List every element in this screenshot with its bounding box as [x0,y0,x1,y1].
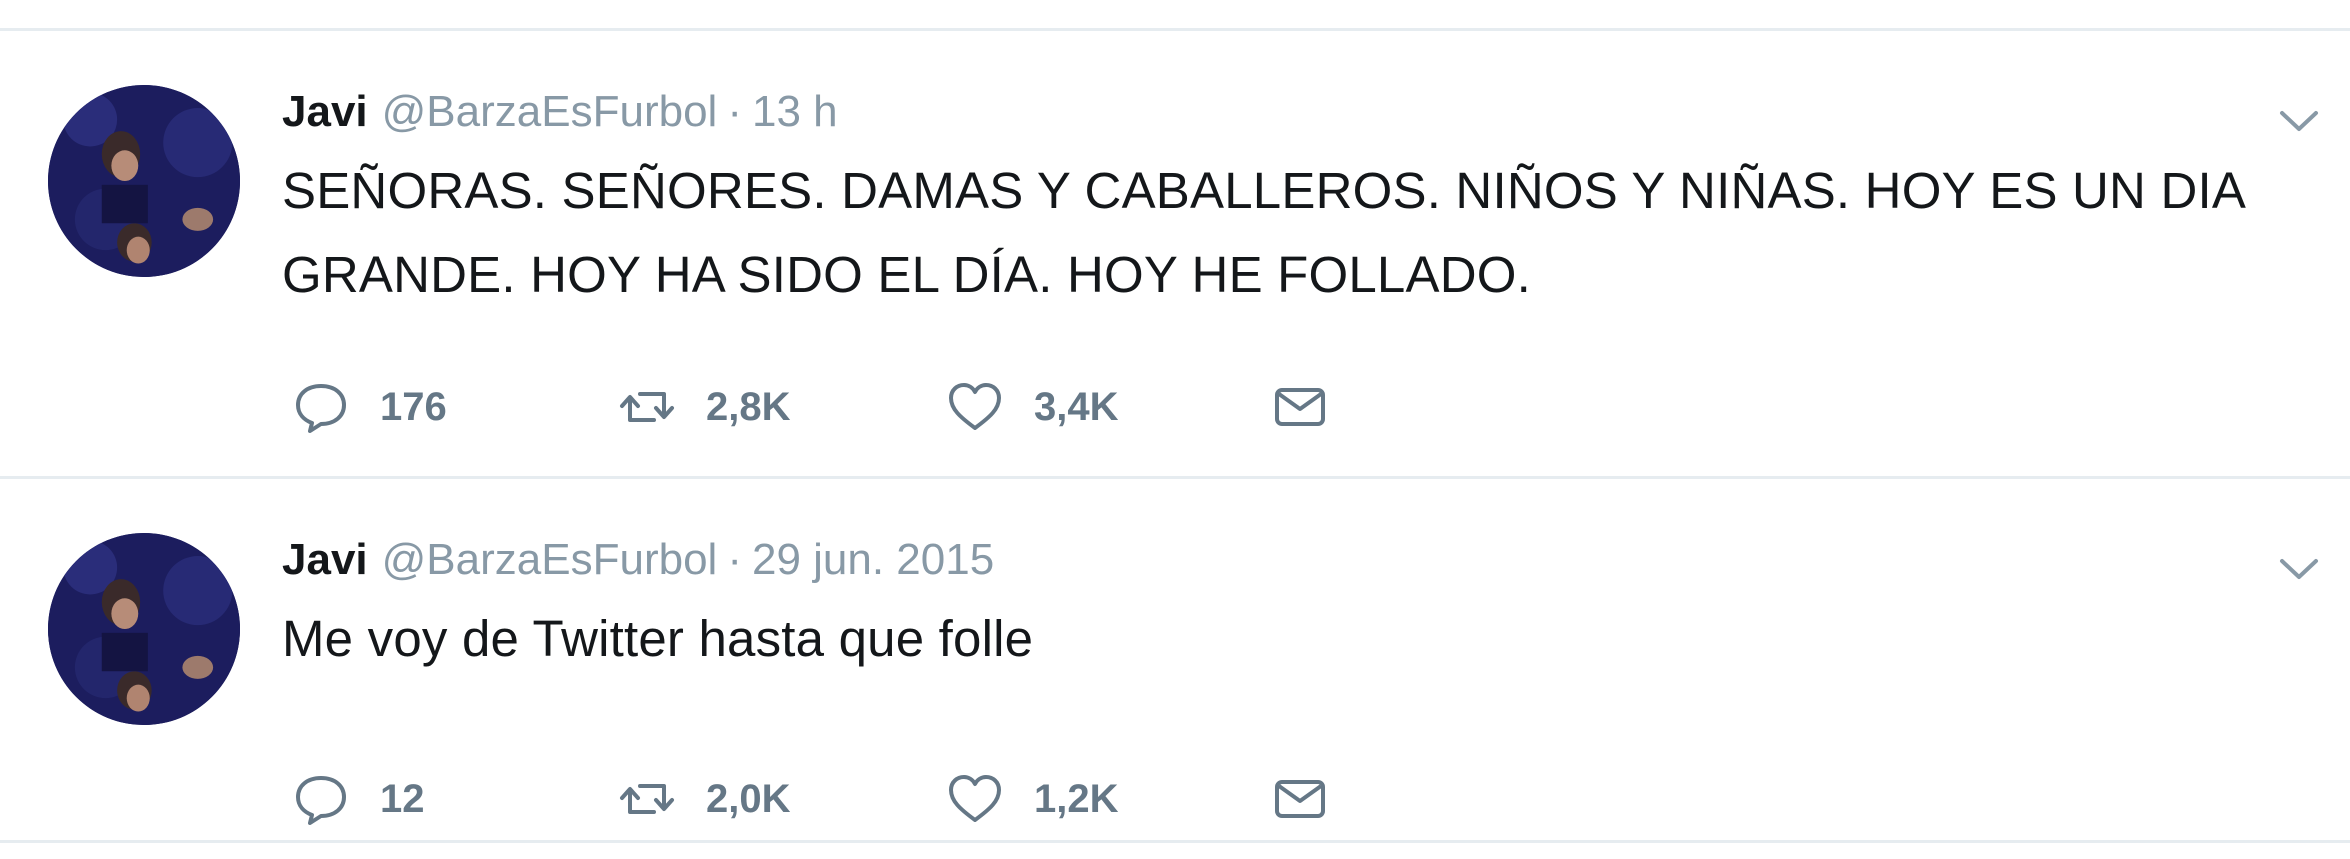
author-name[interactable]: Javi [282,87,368,137]
reply-button[interactable]: 176 [290,376,616,438]
heart-icon [949,383,1001,430]
reply-icon [296,384,346,433]
author-name[interactable]: Javi [282,535,368,585]
header-separator: · [727,87,742,136]
retweet-button[interactable]: 2,8K [616,376,944,438]
tweet-feed: Javi @BarzaEsFurbol · 13 h SEÑORAS. SEÑO… [0,28,2350,843]
retweet-icon [620,392,674,422]
header-separator: · [727,535,742,584]
tweet-text: SEÑORAS. SEÑORES. DAMAS Y CABALLEROS. NI… [282,162,2244,303]
tweet-actions: 12 2,0K 1,2K [290,764,1349,834]
envelope-icon [1275,780,1325,818]
chevron-down-icon[interactable] [2276,105,2322,135]
direct-message-button[interactable] [1269,768,1349,830]
tweet-text: Me voy de Twitter hasta que folle [282,610,1034,667]
retweet-count: 2,0K [706,776,791,821]
heart-icon [949,775,1001,822]
tweet[interactable]: Javi @BarzaEsFurbol · 13 h SEÑORAS. SEÑO… [0,31,2350,479]
tweet-header: Javi @BarzaEsFurbol · 29 jun. 2015 [282,535,994,595]
like-button[interactable]: 3,4K [944,376,1269,438]
retweet-icon [620,784,674,814]
author-handle[interactable]: @BarzaEsFurbol [382,87,718,137]
like-button[interactable]: 1,2K [944,768,1269,830]
tweet-timestamp[interactable]: 13 h [752,87,838,137]
retweet-button[interactable]: 2,0K [616,768,944,830]
reply-count: 12 [380,776,425,821]
author-handle[interactable]: @BarzaEsFurbol [382,535,718,585]
like-count: 3,4K [1034,384,1119,429]
tweet-actions: 176 2,8K 3,4K [290,372,1349,442]
reply-icon [296,776,346,825]
reply-button[interactable]: 12 [290,768,616,830]
tweet-header: Javi @BarzaEsFurbol · 13 h [282,87,838,147]
reply-count: 176 [380,384,447,429]
avatar[interactable] [48,85,240,277]
avatar[interactable] [48,533,240,725]
envelope-icon [1275,388,1325,426]
direct-message-button[interactable] [1269,376,1349,438]
retweet-count: 2,8K [706,384,791,429]
tweet-timestamp[interactable]: 29 jun. 2015 [752,535,994,585]
tweet[interactable]: Javi @BarzaEsFurbol · 29 jun. 2015 Me vo… [0,479,2350,843]
chevron-down-icon[interactable] [2276,553,2322,583]
like-count: 1,2K [1034,776,1119,821]
